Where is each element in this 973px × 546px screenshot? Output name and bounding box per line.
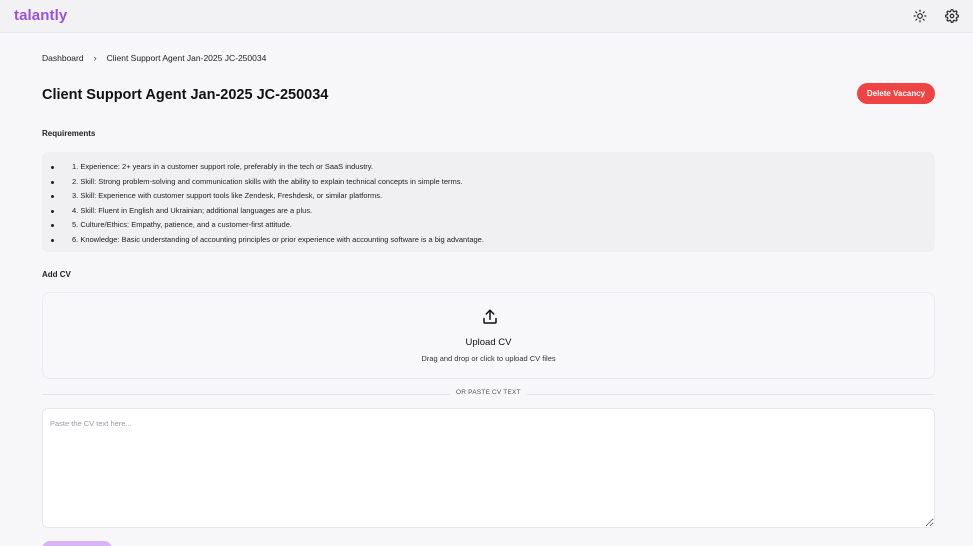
requirement-item: 5. Culture/Ethics: Empathy, patience, an… bbox=[50, 218, 935, 233]
page-title: Client Support Agent Jan-2025 JC-250034 bbox=[42, 87, 329, 103]
divider-label: OR PASTE CV TEXT bbox=[450, 389, 527, 396]
submit-cv-button[interactable] bbox=[42, 541, 112, 546]
requirement-item: 2. Skill: Strong problem-solving and com… bbox=[50, 175, 935, 190]
requirement-item: 6. Knowledge: Basic understanding of acc… bbox=[50, 233, 935, 248]
gear-icon[interactable] bbox=[944, 8, 960, 24]
breadcrumb-current: Client Support Agent Jan-2025 JC-250034 bbox=[106, 53, 267, 63]
upload-subtitle: Drag and drop or click to upload CV file… bbox=[421, 354, 556, 363]
requirements-heading: Requirements bbox=[42, 129, 96, 138]
breadcrumb: Dashboard › Client Support Agent Jan-202… bbox=[42, 53, 266, 63]
upload-title: Upload CV bbox=[465, 337, 512, 348]
requirements-box: 1. Experience: 2+ years in a customer su… bbox=[42, 152, 935, 252]
brand-logo[interactable]: talantly bbox=[14, 7, 67, 24]
breadcrumb-dashboard[interactable]: Dashboard bbox=[42, 53, 84, 63]
requirement-item: 1. Experience: 2+ years in a customer su… bbox=[50, 160, 935, 175]
requirement-item: 3. Skill: Experience with customer suppo… bbox=[50, 189, 935, 204]
chevron-right-icon: › bbox=[93, 53, 97, 63]
requirement-item: 4. Skill: Fluent in English and Ukrainia… bbox=[50, 204, 935, 219]
delete-vacancy-button[interactable]: Delete Vacancy bbox=[857, 83, 935, 104]
add-cv-heading: Add CV bbox=[42, 270, 71, 279]
cv-text-input[interactable] bbox=[42, 408, 935, 528]
cv-upload-dropzone[interactable]: Upload CV Drag and drop or click to uplo… bbox=[42, 292, 935, 379]
sun-icon[interactable] bbox=[912, 8, 928, 24]
top-bar: talantly bbox=[0, 0, 973, 33]
requirements-list: 1. Experience: 2+ years in a customer su… bbox=[50, 160, 935, 247]
upload-icon bbox=[483, 309, 497, 324]
